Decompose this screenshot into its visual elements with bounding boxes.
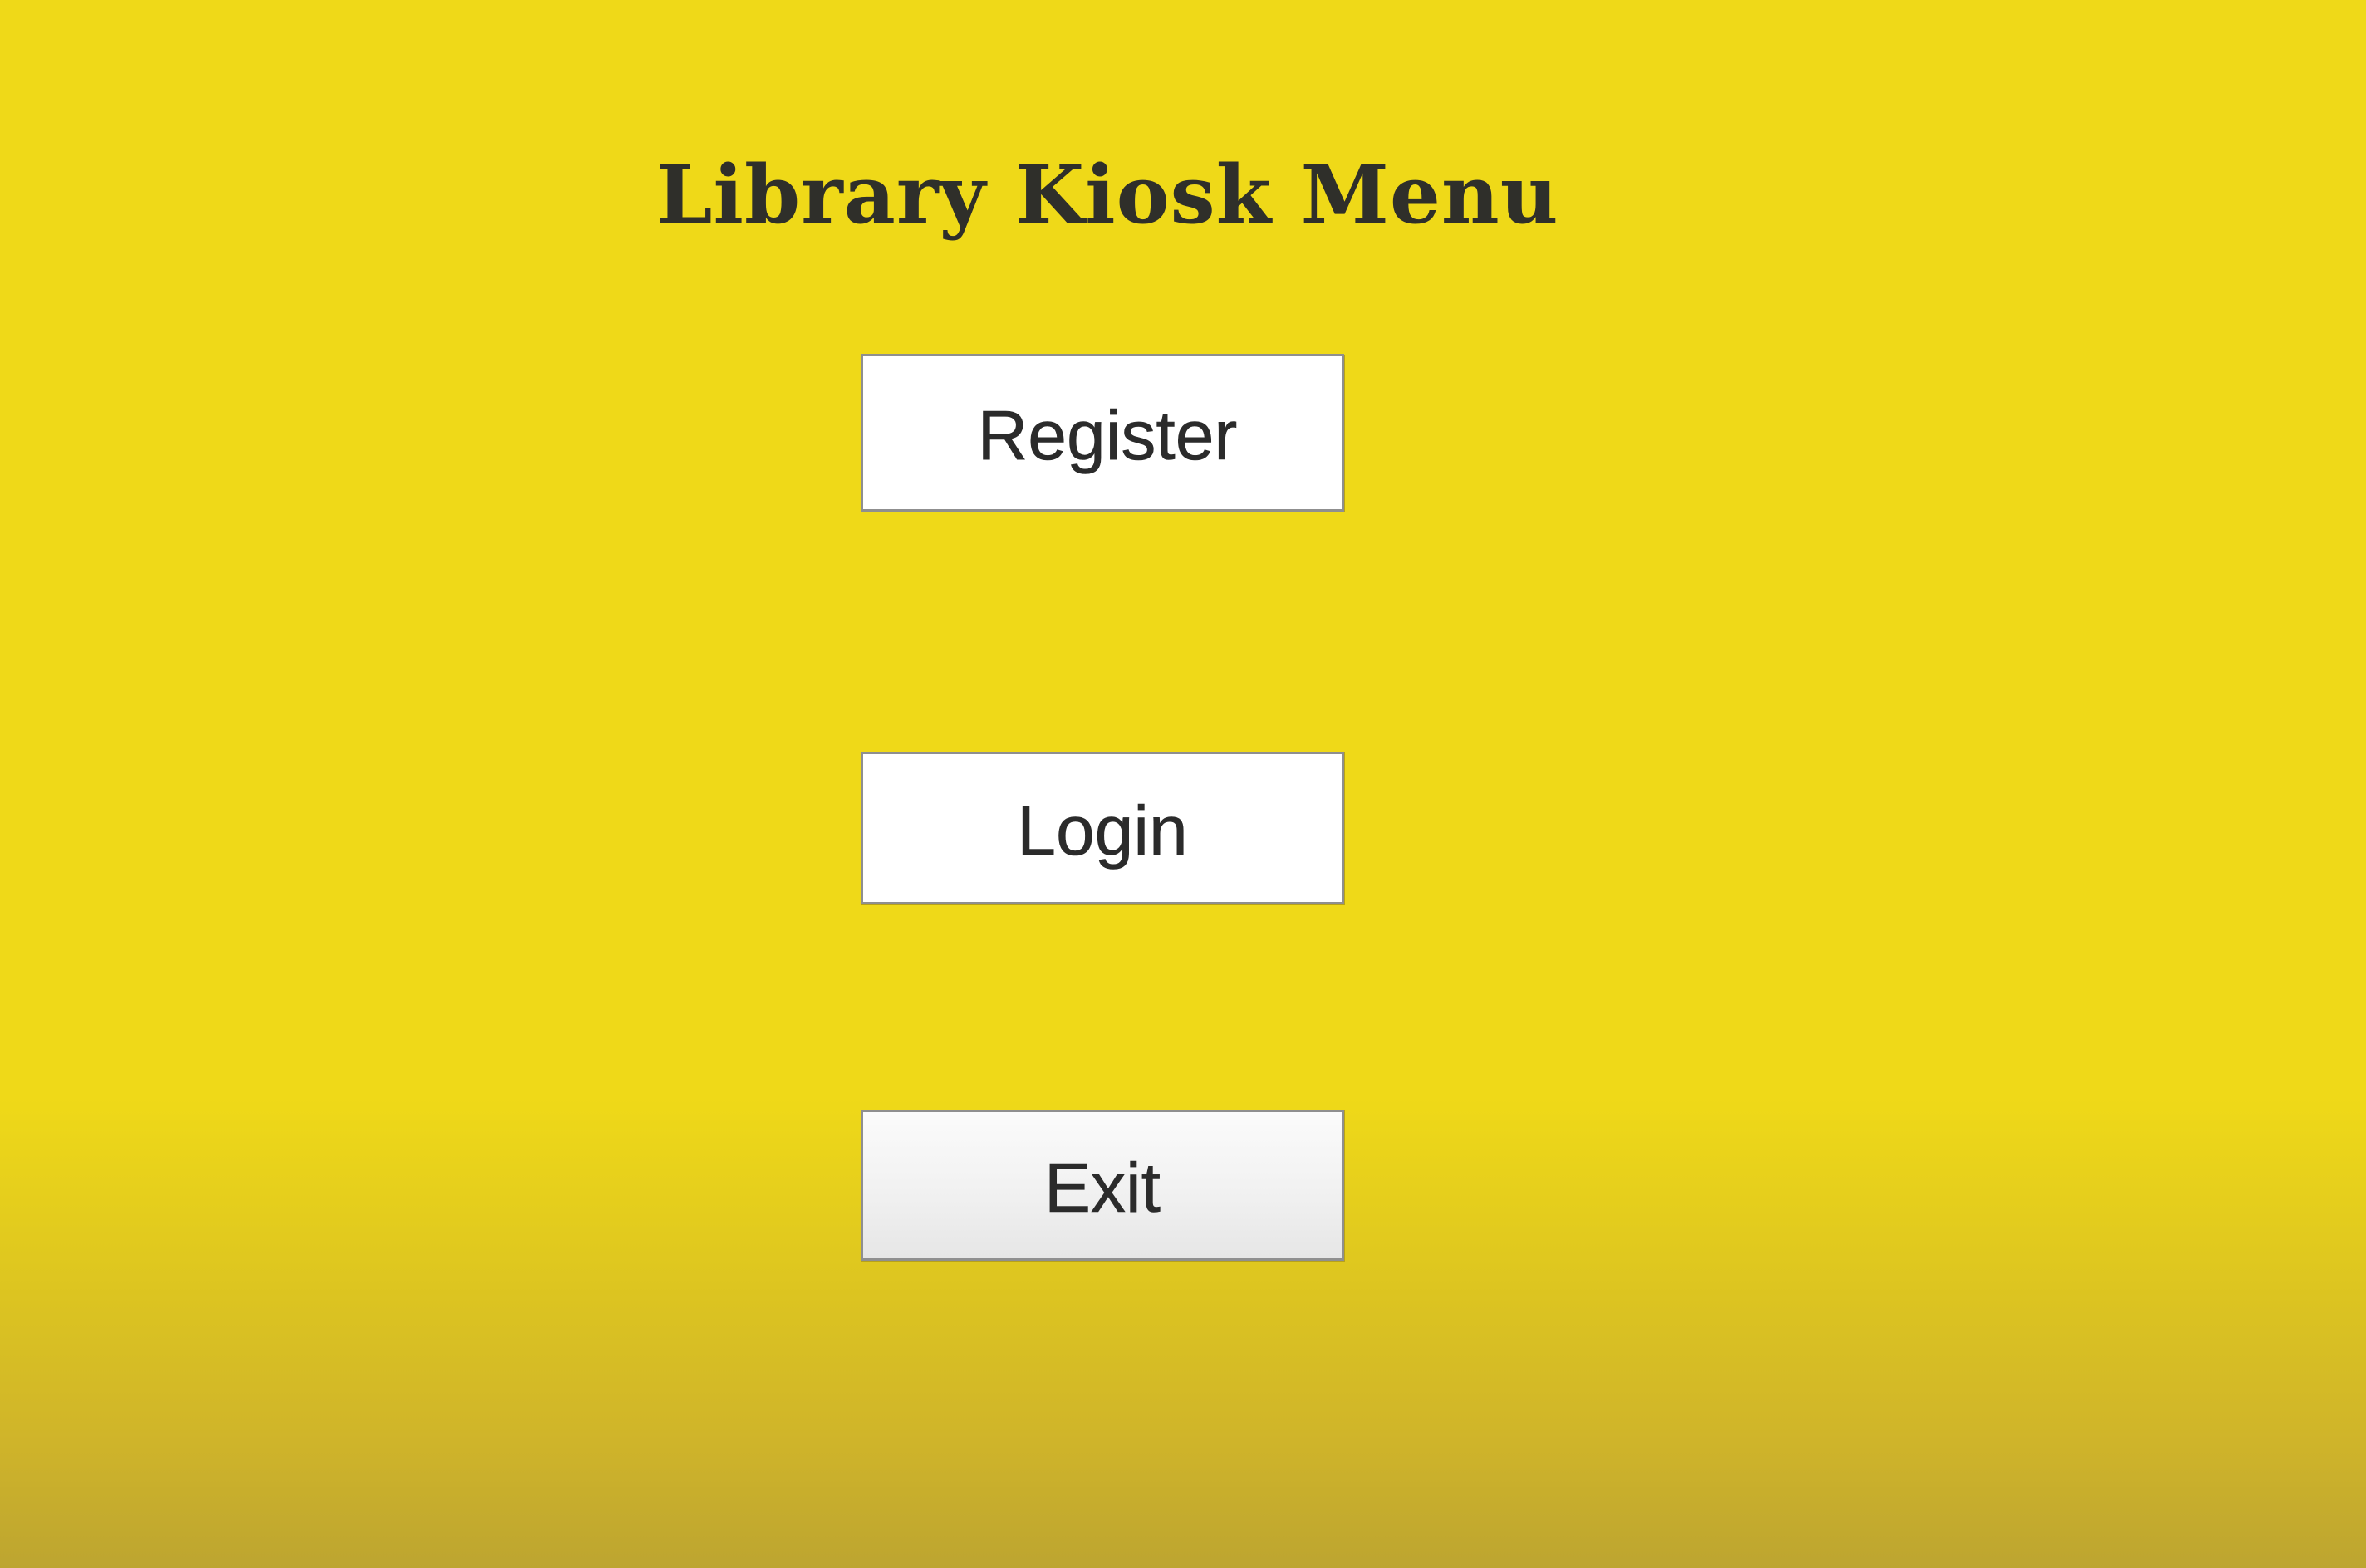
exit-button-label: Exit — [1043, 1149, 1161, 1227]
register-button[interactable]: Register — [861, 354, 1344, 512]
login-button-label: Login — [1017, 791, 1188, 870]
page-title: Library Kiosk Menu — [656, 148, 1559, 242]
login-button[interactable]: Login — [861, 752, 1344, 904]
kiosk-menu-screen: Library Kiosk Menu Register Login Exit — [0, 0, 2366, 1568]
exit-button[interactable]: Exit — [861, 1110, 1344, 1261]
register-button-label: Register — [977, 396, 1238, 475]
